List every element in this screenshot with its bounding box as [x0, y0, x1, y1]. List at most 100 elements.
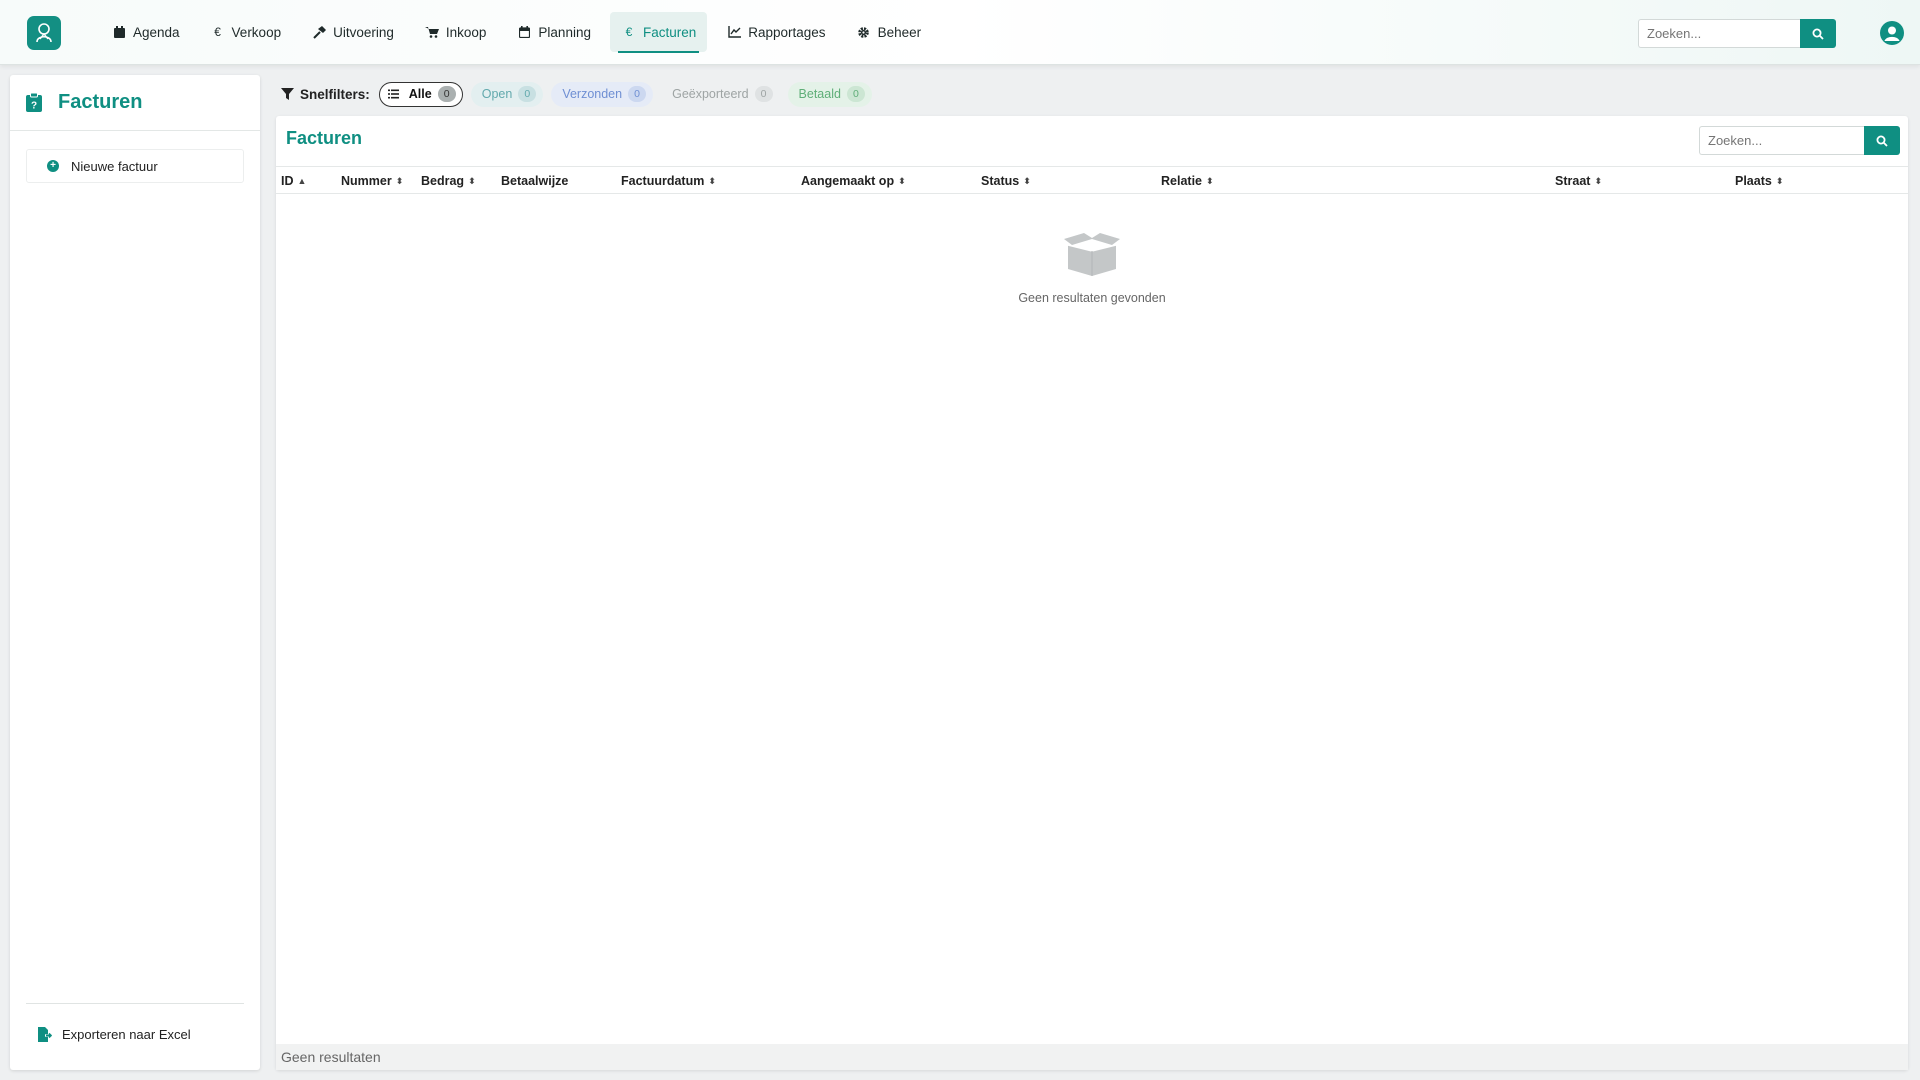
global-search-button[interactable]	[1800, 19, 1836, 48]
quick-filters-label: Snelfilters:	[300, 86, 370, 102]
chip-count: 0	[846, 86, 865, 102]
nav-item-beheer[interactable]: Beheer	[845, 12, 933, 52]
results-count: Geen resultaten	[281, 1049, 381, 1065]
search-icon	[1876, 135, 1888, 147]
user-avatar[interactable]	[1880, 21, 1904, 45]
chip-count: 0	[754, 86, 773, 102]
chip-label: Geëxporteerd	[672, 87, 749, 101]
file-export-icon	[38, 1027, 52, 1042]
sidebar: ? Facturen + Nieuwe factuur Exporteren n…	[10, 75, 260, 1070]
nav-label: Agenda	[133, 24, 180, 40]
export-label: Exporteren naar Excel	[62, 1027, 191, 1042]
cart-icon	[424, 26, 440, 38]
column-label: Status	[981, 174, 1020, 188]
global-search-input[interactable]	[1638, 19, 1800, 48]
invoices-panel: Facturen ID ▲ Nummer ⬍ Bedrag ⬍ Betaalwi…	[276, 116, 1908, 1070]
calendar-icon	[111, 26, 127, 38]
nav-item-verkoop[interactable]: € Verkoop	[199, 12, 293, 52]
panel-search-input[interactable]	[1699, 126, 1864, 155]
euro-icon: €	[625, 25, 633, 39]
filter-chip-open[interactable]: Open 0	[470, 81, 544, 107]
calendar-grid-icon	[516, 26, 532, 38]
empty-state: Geen resultaten gevonden	[276, 231, 1908, 305]
nav-item-uitvoering[interactable]: Uitvoering	[300, 12, 405, 52]
column-header-plaats[interactable]: Plaats ⬍	[1735, 167, 1783, 195]
sort-icon: ⬍	[1206, 175, 1214, 186]
nav-label: Planning	[538, 24, 591, 40]
column-label: Bedrag	[421, 174, 465, 188]
filter-chip-verzonden[interactable]: Verzonden 0	[551, 81, 654, 107]
main-nav: Agenda € Verkoop Uitvoering Inkoop Plann…	[100, 12, 940, 53]
chip-count: 0	[518, 86, 537, 102]
filter-chip-betaald[interactable]: Betaald 0	[787, 81, 872, 107]
empty-box-icon	[1064, 233, 1120, 276]
column-header-aangemaakt-op[interactable]: Aangemaakt op ⬍	[801, 167, 906, 195]
sort-icon: ⬍	[898, 175, 906, 186]
panel-search	[1699, 126, 1900, 155]
nav-label: Beheer	[877, 24, 922, 40]
column-label: Plaats	[1735, 174, 1772, 188]
quick-filters: Snelfilters: Alle 0 Open 0 Verzonden 0 G…	[276, 75, 1908, 113]
nav-label: Verkoop	[231, 24, 282, 40]
filter-chip-alle[interactable]: Alle 0	[378, 81, 463, 107]
nav-label: Rapportages	[748, 24, 826, 40]
column-header-straat[interactable]: Straat ⬍	[1555, 167, 1602, 195]
chip-label: Verzonden	[562, 87, 623, 101]
nav-label: Uitvoering	[333, 24, 394, 40]
column-header-bedrag[interactable]: Bedrag ⬍	[421, 167, 476, 195]
filter-chip-geexporteerd[interactable]: Geëxporteerd 0	[661, 81, 780, 107]
top-navigation-bar: Agenda € Verkoop Uitvoering Inkoop Plann…	[0, 0, 1920, 65]
gear-icon	[856, 26, 872, 39]
app-logo[interactable]	[27, 16, 61, 50]
nav-item-planning[interactable]: Planning	[505, 12, 602, 52]
sort-icon: ⬍	[395, 175, 404, 186]
chip-label: Alle	[408, 87, 432, 101]
nav-item-inkoop[interactable]: Inkoop	[413, 12, 498, 52]
chip-count: 0	[628, 86, 647, 102]
sort-icon: ⬍	[1023, 175, 1031, 186]
empty-state-text: Geen resultaten gevonden	[1018, 291, 1166, 305]
column-header-nummer[interactable]: Nummer ⬍	[341, 167, 403, 195]
filter-icon	[281, 87, 294, 100]
chip-count: 0	[437, 86, 456, 102]
column-header-id[interactable]: ID ▲	[281, 167, 306, 195]
panel-search-button[interactable]	[1864, 126, 1900, 155]
euro-icon: €	[214, 25, 221, 39]
search-icon	[1812, 28, 1824, 40]
column-label: ID	[281, 174, 294, 188]
nav-item-rapportages[interactable]: Rapportages	[715, 12, 836, 52]
hammer-icon	[311, 25, 327, 39]
table-header: ID ▲ Nummer ⬍ Bedrag ⬍ Betaalwijze Factu…	[276, 166, 1908, 194]
sidebar-header: ? Facturen	[10, 75, 260, 131]
column-label: Straat	[1555, 174, 1591, 188]
column-label: Relatie	[1161, 174, 1202, 188]
nav-item-agenda[interactable]: Agenda	[100, 12, 191, 52]
new-invoice-label: Nieuwe factuur	[71, 158, 158, 174]
column-header-betaalwijze[interactable]: Betaalwijze	[501, 167, 568, 195]
nav-label: Inkoop	[445, 24, 487, 40]
column-header-factuurdatum[interactable]: Factuurdatum ⬍	[621, 167, 716, 195]
column-label: Aangemaakt op	[801, 174, 895, 188]
export-excel-button[interactable]: Exporteren naar Excel	[38, 1027, 191, 1042]
logo-icon	[36, 23, 52, 43]
sort-icon: ⬍	[468, 175, 476, 186]
nav-label: Facturen	[642, 24, 697, 40]
nav-item-facturen[interactable]: € Facturen	[609, 12, 708, 53]
svg-text:?: ?	[31, 101, 37, 112]
column-label: Nummer	[341, 174, 392, 188]
column-label: Factuurdatum	[621, 174, 705, 188]
sidebar-title: Facturen	[58, 91, 143, 113]
sort-icon: ⬍	[708, 175, 716, 186]
column-label: Betaalwijze	[501, 174, 569, 188]
sort-icon: ⬍	[1775, 175, 1784, 186]
sort-icon: ⬍	[1594, 175, 1602, 186]
table-footer: Geen resultaten	[276, 1044, 1908, 1070]
column-header-status[interactable]: Status ⬍	[981, 167, 1031, 195]
list-icon	[387, 89, 399, 99]
chip-label: Betaald	[798, 87, 841, 101]
column-header-relatie[interactable]: Relatie ⬍	[1161, 167, 1214, 195]
plus-circle-icon: +	[47, 160, 59, 172]
new-invoice-button[interactable]: + Nieuwe factuur	[26, 149, 244, 183]
panel-title: Facturen	[286, 128, 363, 148]
line-chart-icon	[726, 26, 742, 38]
